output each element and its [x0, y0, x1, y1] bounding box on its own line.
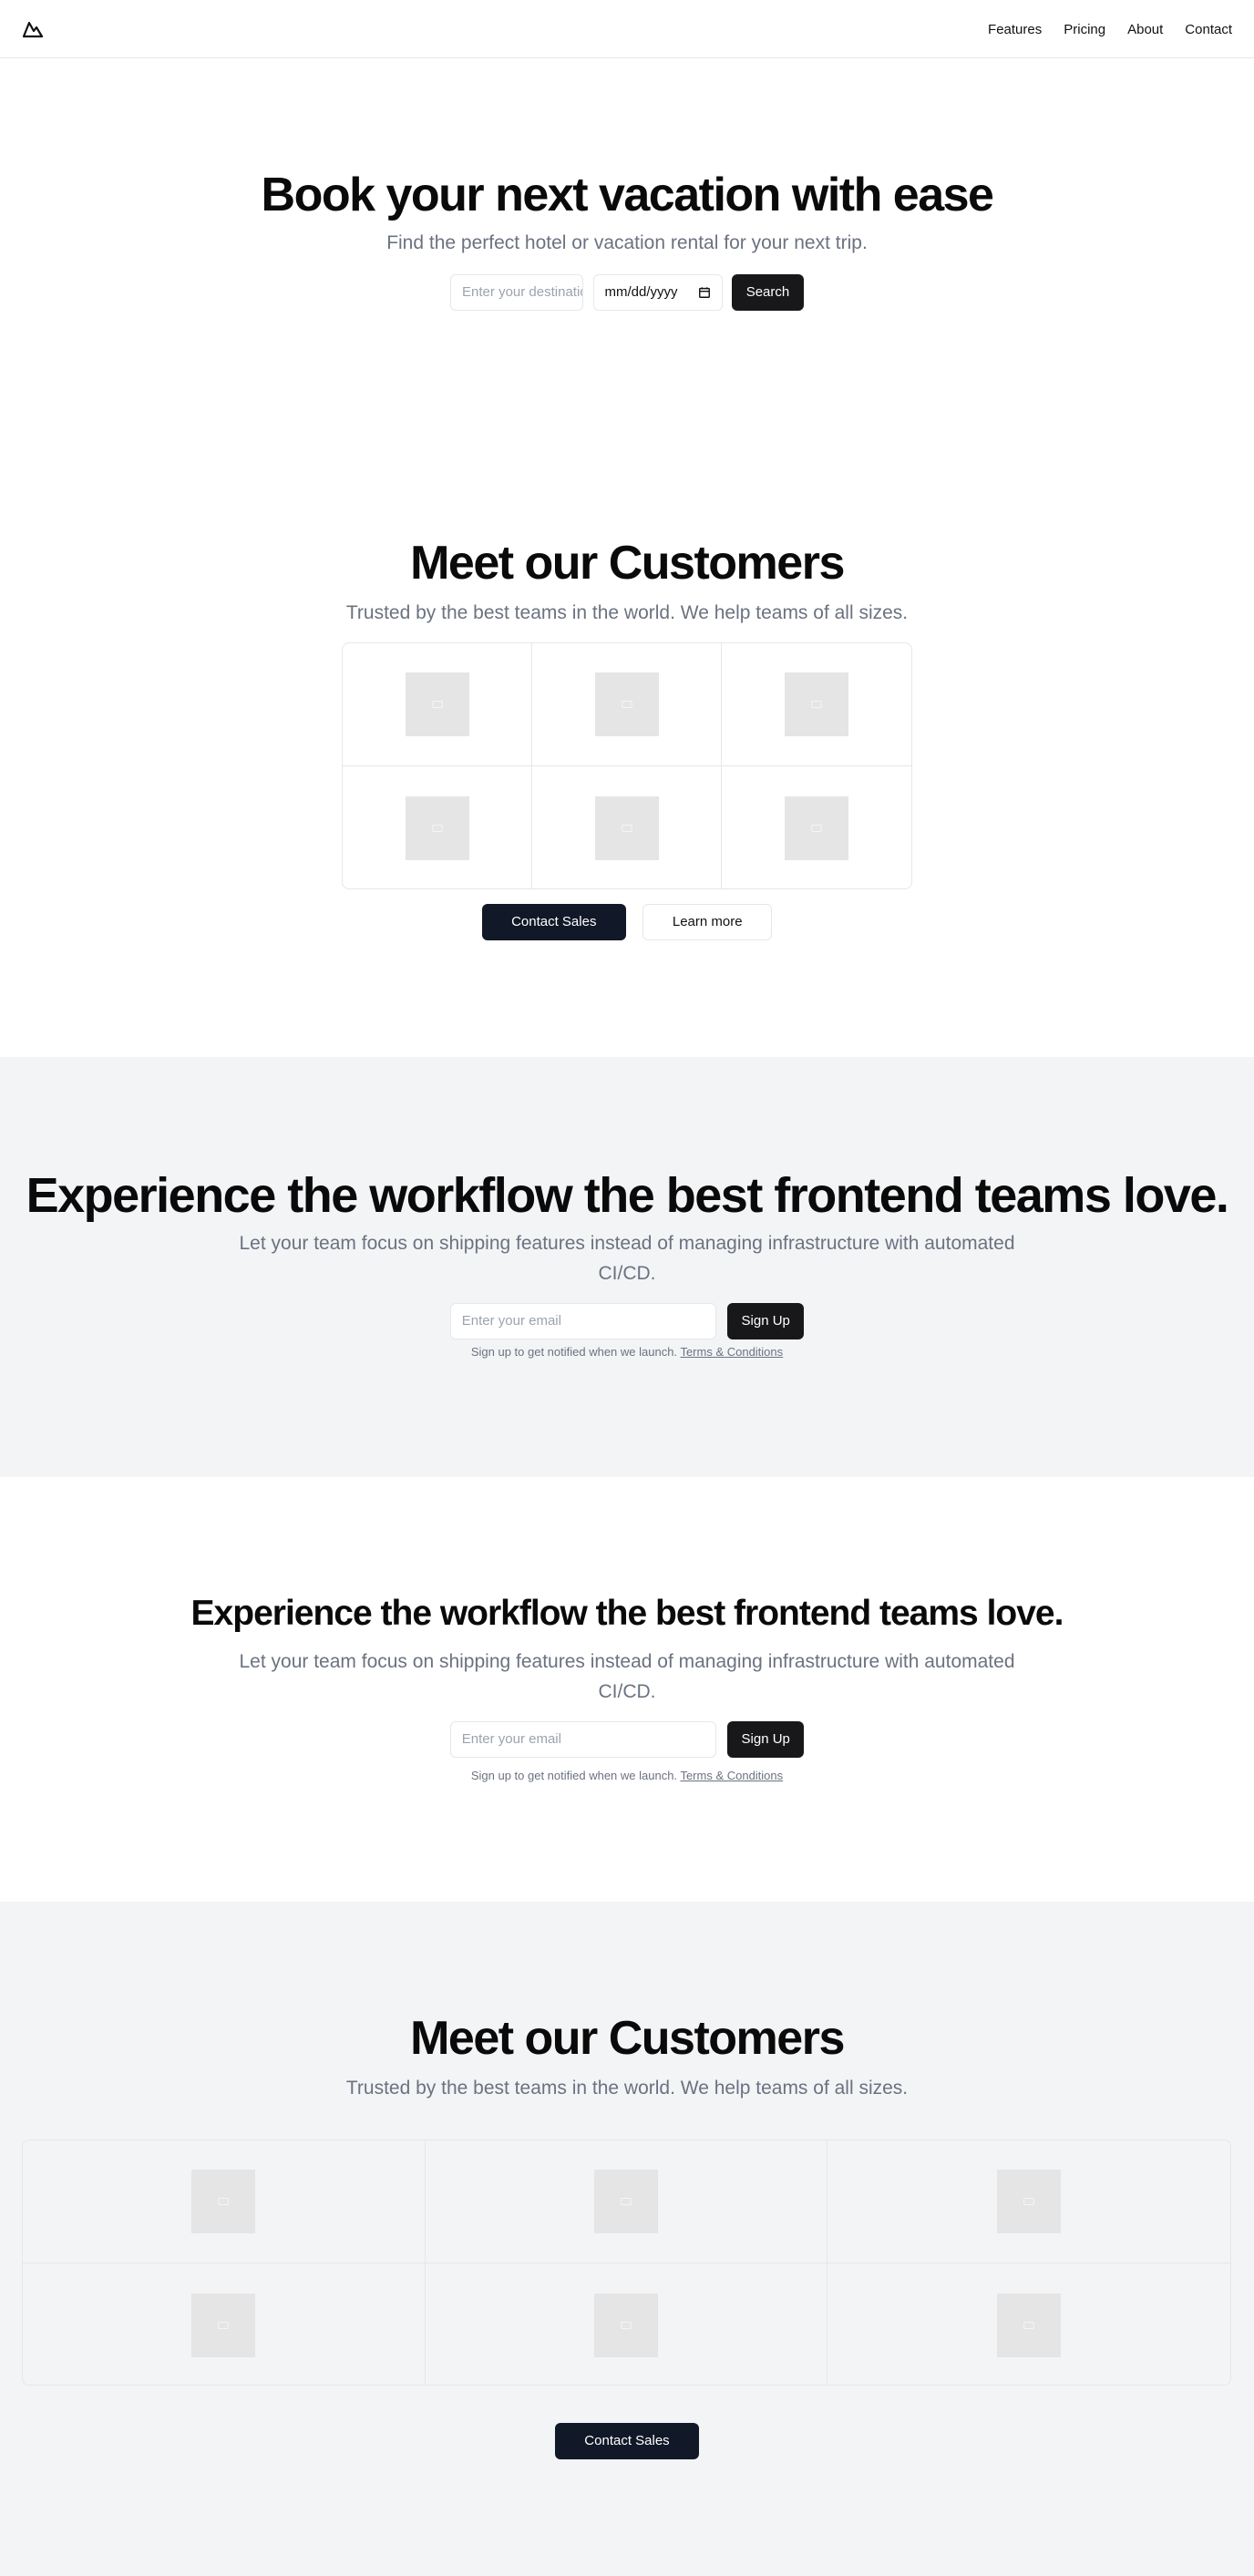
workflow-section-large: Experience the workflow the best fronten… — [0, 1057, 1254, 1477]
customer-logo-grid — [342, 642, 912, 889]
customer-logo-cell — [425, 2140, 828, 2263]
signup-note-text: Sign up to get notified when we launch. — [470, 1345, 678, 1359]
email-input[interactable]: Enter your email — [449, 1303, 716, 1339]
hero-search-form: Enter your destination mm/dd/yyyy Search — [0, 274, 1254, 311]
image-placeholder-icon — [997, 2170, 1062, 2233]
nav-features-link[interactable]: Features — [988, 22, 1042, 37]
image-placeholder-icon — [594, 672, 659, 736]
workflow-subtitle: Let your team focus on shipping features… — [239, 1233, 1015, 1284]
customers-actions: Contact Sales Learn more — [0, 904, 1254, 940]
destination-input[interactable]: Enter your destination — [450, 274, 584, 311]
customer-logo-cell — [532, 643, 722, 766]
image-placeholder-icon — [594, 795, 659, 860]
workflow-section-small: Experience the workflow the best fronten… — [0, 1477, 1254, 1902]
contact-sales-button[interactable]: Contact Sales — [481, 904, 626, 940]
customer-logo-cell — [827, 2263, 1230, 2385]
image-placeholder-icon — [191, 2293, 256, 2357]
terms-link[interactable]: Terms & Conditions — [680, 1345, 783, 1359]
nav-pricing-link[interactable]: Pricing — [1064, 22, 1105, 37]
date-input[interactable]: mm/dd/yyyy — [592, 274, 723, 311]
customer-logo-cell — [722, 766, 911, 888]
image-placeholder-icon — [405, 795, 469, 860]
customer-logo-cell — [532, 766, 722, 888]
workflow-title: Experience the workflow the best fronten… — [190, 1594, 1064, 1633]
hero-section: Book your next vacation with ease Find t… — [0, 58, 1254, 468]
hero-title: Book your next vacation with ease — [261, 169, 994, 221]
nav-contact-link[interactable]: Contact — [1185, 22, 1232, 37]
main-nav: Features Pricing About Contact — [988, 0, 1232, 58]
terms-link[interactable]: Terms & Conditions — [680, 1769, 783, 1782]
customer-logo-grid — [22, 2140, 1231, 2386]
date-value: mm/dd/yyyy — [604, 284, 678, 300]
customers-section-wide: Meet our Customers Trusted by the best t… — [0, 1902, 1254, 2576]
customer-logo-cell — [426, 2263, 828, 2385]
customer-logo-cell — [722, 643, 911, 766]
customers-subtitle: Trusted by the best teams in the world. … — [345, 2078, 909, 2099]
signup-note: Sign up to get notified when we launch. … — [0, 1769, 1254, 1782]
email-input[interactable]: Enter your email — [449, 1721, 716, 1758]
image-placeholder-icon — [785, 795, 848, 860]
site-header: Features Pricing About Contact — [0, 0, 1254, 58]
nav-about-link[interactable]: About — [1127, 22, 1163, 37]
workflow-signup-form: Enter your email Sign Up — [0, 1721, 1254, 1758]
signup-button[interactable]: Sign Up — [727, 1721, 805, 1758]
customers-title: Meet our Customers — [410, 2012, 845, 2065]
customer-logo-cell — [23, 2263, 426, 2385]
image-placeholder-icon — [785, 672, 848, 736]
customer-logo-cell — [23, 2140, 426, 2263]
customers-title: Meet our Customers — [410, 537, 845, 590]
search-button[interactable]: Search — [731, 274, 804, 311]
image-placeholder-icon — [191, 2170, 256, 2233]
workflow-title: Experience the workflow the best fronten… — [26, 1168, 1229, 1223]
learn-more-button[interactable]: Learn more — [642, 904, 773, 940]
workflow-signup-form: Enter your email Sign Up — [0, 1303, 1254, 1339]
customer-logo-cell — [343, 766, 532, 888]
image-placeholder-icon — [997, 2293, 1062, 2357]
signup-button[interactable]: Sign Up — [727, 1303, 805, 1339]
workflow-subtitle: Let your team focus on shipping features… — [239, 1651, 1015, 1702]
customer-logo-cell — [827, 2140, 1230, 2263]
contact-sales-button[interactable]: Contact Sales — [555, 2423, 699, 2459]
hero-subtitle: Find the perfect hotel or vacation renta… — [386, 232, 868, 253]
mountain-icon[interactable] — [22, 18, 44, 40]
customers-section: Meet our Customers Trusted by the best t… — [0, 468, 1254, 1057]
customers-actions: Contact Sales — [0, 2423, 1254, 2459]
image-placeholder-icon — [593, 2170, 658, 2233]
customer-logo-cell — [343, 643, 532, 766]
signup-note: Sign up to get notified when we launch. … — [0, 1345, 1254, 1359]
calendar-icon[interactable] — [698, 286, 711, 299]
signup-note-text: Sign up to get notified when we launch. — [470, 1769, 678, 1782]
image-placeholder-icon — [593, 2293, 658, 2357]
image-placeholder-icon — [405, 672, 469, 736]
customers-subtitle: Trusted by the best teams in the world. … — [345, 602, 909, 623]
